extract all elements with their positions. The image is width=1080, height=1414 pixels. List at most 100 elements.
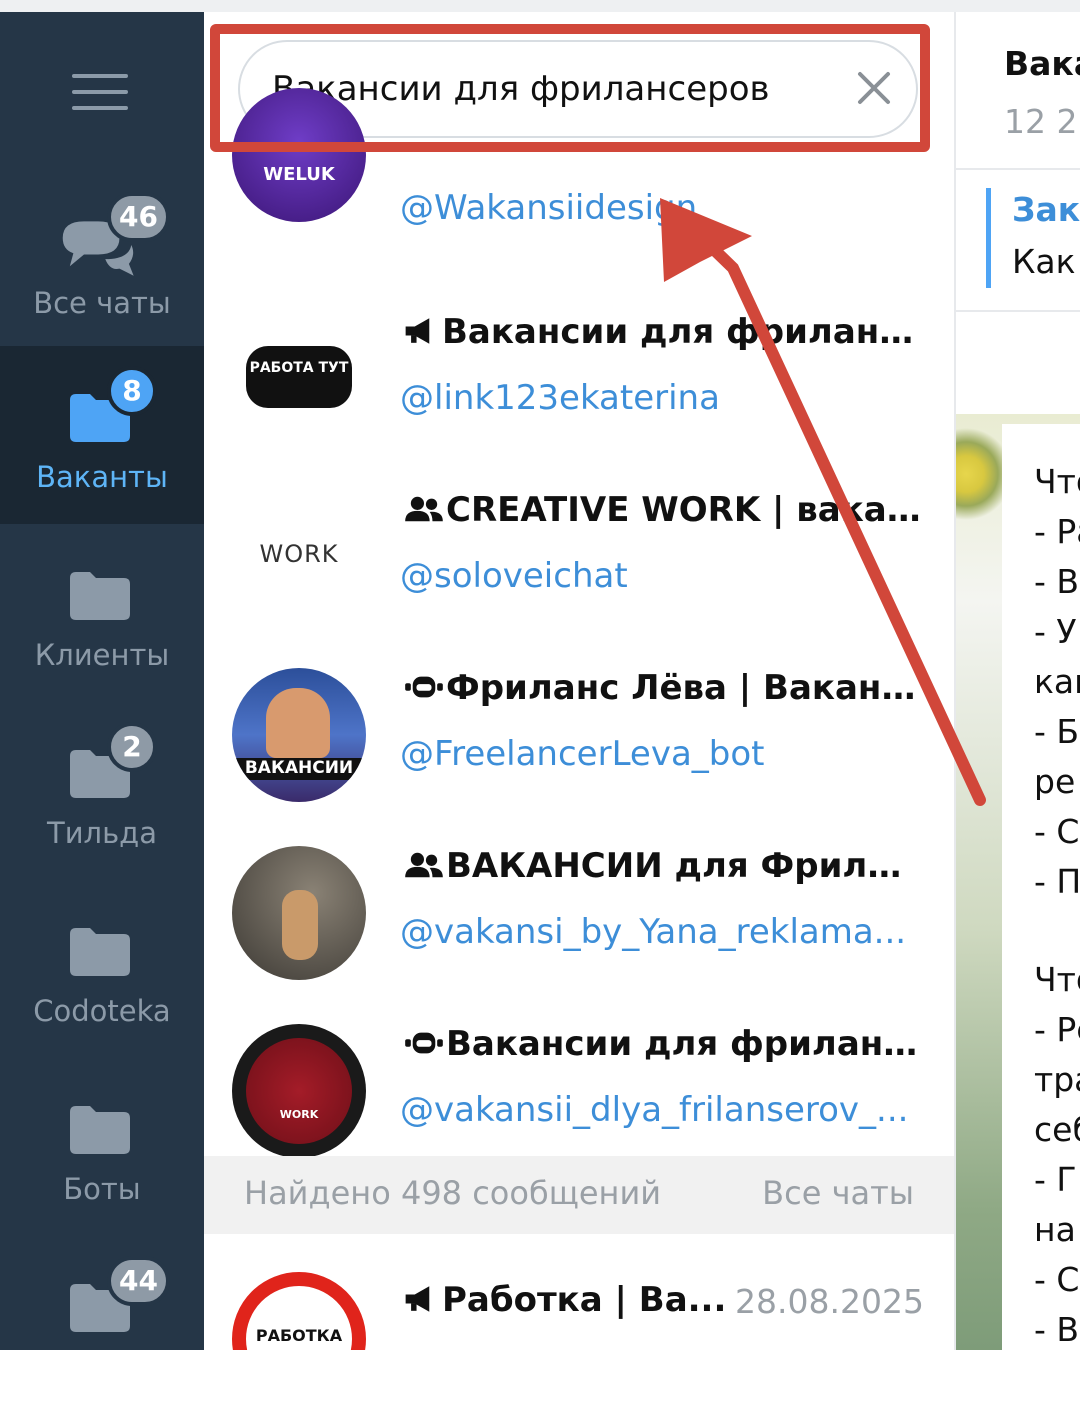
folder-label: Ваканты: [36, 460, 168, 494]
result-username: @soloveichat: [400, 556, 628, 596]
folder-codoteka[interactable]: Codoteka: [0, 880, 204, 1058]
result-title: Вакансии для фриланс...: [402, 312, 922, 352]
message-line: - В: [1034, 562, 1080, 601]
message-line: - П: [1034, 862, 1080, 901]
divider: [956, 310, 1080, 312]
pinned-title[interactable]: Зак: [1012, 190, 1080, 229]
search-scope-button[interactable]: Все чаты: [762, 1174, 914, 1212]
flower-decoration: [956, 414, 1002, 544]
avatar: WORK: [232, 1024, 366, 1158]
pinned-bar: [986, 188, 991, 288]
folder-more[interactable]: 44: [0, 1236, 204, 1414]
message-line: на: [1034, 1210, 1076, 1249]
result-username: @Wakansiidesign: [400, 188, 698, 228]
folder-badge: 2: [107, 722, 157, 772]
folder-icon: [70, 1106, 130, 1154]
avatar: WELUK: [232, 88, 366, 222]
message-line: - Б: [1034, 712, 1080, 751]
group-icon: [405, 496, 443, 522]
message-result-row[interactable]: РАБОТКА Работка | Ва... 28.08.2025: [204, 1234, 954, 1350]
result-title-text: Вакансии для фриланс...: [446, 1024, 922, 1064]
folder-vacancies[interactable]: 8 Ваканты: [0, 346, 204, 524]
folder-all-chats[interactable]: 46 Все чаты: [0, 172, 204, 350]
folder-badge: 8: [107, 366, 157, 416]
avatar-text: ВАКАНСИИ: [244, 758, 354, 778]
result-row[interactable]: WORK Вакансии для фриланс... @vakansii_d…: [204, 980, 954, 1158]
result-title-text: Фриланс Лёва | Ваканс...: [446, 668, 922, 708]
chat-subtitle: 12 2: [1004, 102, 1078, 141]
result-title: Фриланс Лёва | Ваканс...: [402, 668, 922, 708]
message-line: - У: [1034, 612, 1077, 651]
chat-title[interactable]: Вака: [1004, 44, 1080, 83]
result-title-text: ВАКАНСИИ для Фрила...: [446, 846, 922, 886]
folder-badge: 46: [107, 192, 170, 242]
folder-label: Тильда: [46, 816, 157, 850]
folder-label: Codoteka: [33, 994, 171, 1028]
message-line: ре: [1034, 762, 1076, 801]
megaphone-icon: [405, 1286, 430, 1312]
message-line: - С: [1034, 812, 1080, 851]
message-line: Что: [1034, 960, 1080, 999]
avatar-text: WORK: [279, 1108, 319, 1121]
avatar: РАБОТА ТУТ: [232, 312, 366, 446]
avatar-text: РАБОТА ТУТ: [249, 360, 349, 376]
avatar: РАБОТКА: [232, 1272, 366, 1350]
result-title: CREATIVE WORK | вака...: [402, 490, 922, 530]
folder-label: Клиенты: [34, 638, 170, 672]
window-top-strip: [0, 0, 1080, 12]
chat-pane: Вака 12 2 Зак Как Что - Ра - В - У как -…: [954, 12, 1080, 1350]
group-icon: [405, 852, 443, 878]
avatar: WORK: [232, 490, 366, 624]
avatar-text: РАБОТКА: [255, 1326, 343, 1345]
result-username: @vakansii_dlya_frilanserov_...: [400, 1090, 909, 1130]
folder-clients[interactable]: Клиенты: [0, 524, 204, 702]
result-username: @link123ekaterina: [400, 378, 720, 418]
result-title: ВАКАНСИИ для Фрила...: [402, 846, 922, 886]
menu-icon[interactable]: [72, 74, 128, 110]
folder-bots[interactable]: Боты: [0, 1058, 204, 1236]
avatar: [232, 846, 366, 980]
found-messages-bar: Найдено 498 сообщений Все чаты: [204, 1156, 954, 1234]
avatar-text: WORK: [259, 540, 339, 568]
close-icon[interactable]: [854, 68, 894, 108]
message-line: - Ра: [1034, 512, 1080, 551]
bot-icon: [405, 1032, 443, 1054]
avatar-text: WELUK: [263, 164, 335, 185]
result-row[interactable]: WORK CREATIVE WORK | вака... @soloveicha…: [204, 446, 954, 624]
message-line: как: [1034, 662, 1080, 701]
message-line: Что: [1034, 462, 1080, 501]
message-date: 28.08.2025: [735, 1282, 924, 1321]
folder-sidebar: 46 Все чаты 8 Ваканты Клиенты 2 Тильда C…: [0, 12, 204, 1350]
avatar: ВАКАНСИИ: [232, 668, 366, 802]
result-title-text: Вакансии для фриланс...: [442, 312, 922, 352]
message-line: - Г: [1034, 1160, 1077, 1199]
folder-icon: [70, 572, 130, 620]
found-count: Найдено 498 сообщений: [244, 1174, 662, 1212]
result-username: @FreelancerLeva_bot: [400, 734, 765, 774]
message-line: - В: [1034, 1310, 1080, 1349]
message-bubble: Что - Ра - В - У как - Б ре - С - П Что …: [1002, 424, 1080, 1350]
message-line: себ: [1034, 1110, 1080, 1149]
folder-icon: [70, 928, 130, 976]
folder-label: Все чаты: [33, 286, 171, 320]
result-row[interactable]: ВАКАНСИИ Фриланс Лёва | Ваканс... @Freel…: [204, 624, 954, 802]
folder-badge: 44: [107, 1256, 170, 1306]
result-title: Работка | Ва...: [402, 1280, 732, 1320]
result-username: @vakansi_by_Yana_reklama...: [400, 912, 907, 952]
message-line: - Ре: [1034, 1010, 1080, 1049]
divider: [956, 168, 1080, 170]
message-line: - С: [1034, 1260, 1080, 1299]
result-row[interactable]: ВАКАНСИИ для Фрила... @vakansi_by_Yana_r…: [204, 802, 954, 980]
result-title: Вакансии для фриланс...: [402, 1024, 922, 1064]
result-row[interactable]: WELUK @Wakansiidesign: [204, 88, 954, 228]
pinned-text[interactable]: Как: [1012, 242, 1076, 281]
folder-label: Боты: [63, 1172, 141, 1206]
message-line: тра: [1034, 1060, 1080, 1099]
search-results-panel: WELUK @Wakansiidesign РАБОТА ТУТ Ваканси…: [204, 12, 954, 1350]
result-row[interactable]: РАБОТА ТУТ Вакансии для фриланс... @link…: [204, 268, 954, 446]
result-title-text: Работка | Ва...: [442, 1280, 727, 1320]
bot-icon: [405, 676, 443, 698]
result-title-text: CREATIVE WORK | вака...: [446, 490, 922, 530]
folder-tilda[interactable]: 2 Тильда: [0, 702, 204, 880]
megaphone-icon: [405, 318, 430, 344]
